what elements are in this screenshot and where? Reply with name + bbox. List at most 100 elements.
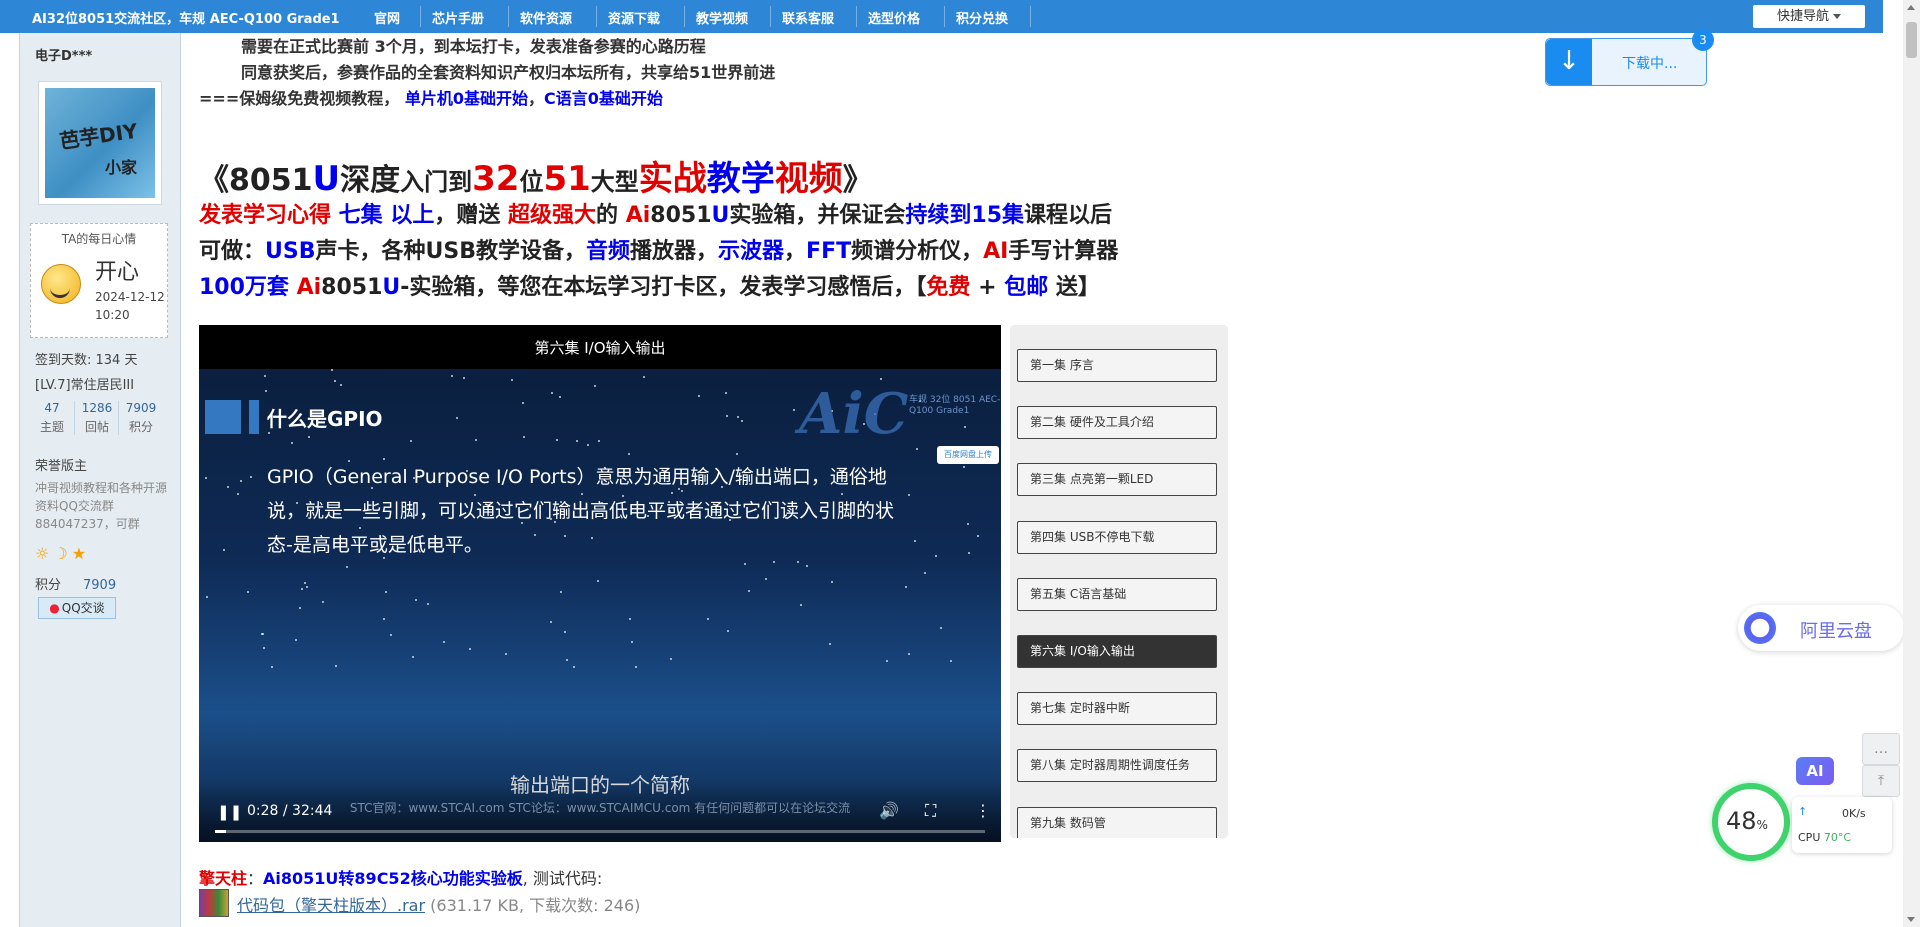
- aliyun-drive-button[interactable]: 阿里云盘: [1738, 605, 1904, 651]
- system-monitor-widget[interactable]: 48% ↑ 0K/s CPU 70°C +: [1712, 783, 1898, 867]
- avatar[interactable]: 芭芋DIY 小家: [38, 81, 162, 205]
- monitor-card: ↑ 0K/s CPU 70°C +: [1792, 797, 1892, 853]
- aliyun-label: 阿里云盘: [1800, 621, 1872, 642]
- cpu-temp-value: 70°C: [1823, 831, 1852, 844]
- avatar-image: 芭芋DIY 小家: [45, 88, 155, 198]
- video-progress-bar[interactable]: [215, 830, 985, 833]
- title-part: 》: [842, 163, 873, 198]
- points-row: 积分 7909: [35, 574, 116, 593]
- course-title: 《8051U深度入门到32位51大型实战教学视频》: [199, 151, 873, 200]
- star-dot: [924, 572, 927, 575]
- stat-threads[interactable]: 47 主题: [30, 401, 74, 435]
- star-dot: [635, 665, 638, 668]
- star-dot: [426, 603, 429, 606]
- star-dot: [227, 485, 230, 488]
- page-scrollbar[interactable]: [1903, 0, 1920, 927]
- star-dot: [572, 666, 575, 669]
- stat-points[interactable]: 7909 积分: [118, 401, 163, 435]
- promo-part: -实验箱，等您在本坛学习打卡区，发表学习感悟后，【: [400, 275, 927, 300]
- star-dot: [412, 655, 415, 658]
- nav-item-chip-manual[interactable]: 芯片手册: [432, 8, 484, 27]
- comment-icon[interactable]: …: [1862, 733, 1900, 765]
- star-dot: [630, 640, 633, 643]
- episode-item[interactable]: 第九集 数码管: [1017, 807, 1217, 838]
- title-part: U: [312, 159, 341, 199]
- star-dot: [736, 453, 739, 456]
- star-dot: [415, 598, 418, 601]
- slide-heading: 什么是GPIO: [267, 407, 383, 431]
- user-description: 冲哥视频教程和各种开源资料QQ交流群884047237，可群: [35, 481, 168, 531]
- experiment-board-link[interactable]: Ai8051U转89C52核心功能实验板: [263, 869, 523, 888]
- title-part: 位: [519, 168, 544, 196]
- episode-item[interactable]: 第七集 定时器中断: [1017, 692, 1217, 725]
- star-dot: [335, 664, 338, 667]
- network-speed: 0K/s: [1842, 807, 1866, 820]
- promo-part: U: [711, 203, 730, 228]
- episode-item[interactable]: 第六集 I/O输入输出: [1017, 635, 1217, 668]
- scroll-down-arrow-icon[interactable]: [1907, 917, 1915, 922]
- star-dot: [265, 389, 268, 392]
- moon-icon: ☽: [53, 544, 72, 563]
- c-basics-link[interactable]: C语言0基础开始: [544, 89, 663, 108]
- nav-item-official[interactable]: 官网: [374, 8, 400, 27]
- points-label: 积分: [35, 578, 62, 593]
- scrollbar-thumb[interactable]: [1906, 22, 1917, 58]
- scroll-up-arrow-icon[interactable]: [1907, 5, 1915, 10]
- nav-item-downloads[interactable]: 资源下载: [608, 8, 660, 27]
- star-dot: [410, 440, 413, 442]
- star-dot: [743, 563, 746, 566]
- promo-part: 100万套: [199, 275, 297, 300]
- memory-percent-value: 48: [1726, 807, 1757, 835]
- avatar-text-2: 小家: [105, 158, 138, 177]
- star-dot: [330, 369, 333, 372]
- episode-item[interactable]: 第一集 序言: [1017, 349, 1217, 382]
- promo-part: 送】: [1048, 275, 1100, 300]
- star-dot: [247, 591, 250, 594]
- stat-replies-value: 1286: [81, 401, 113, 415]
- post-line-1: 需要在正式比赛前 3个月，到本坛打卡，发表准备参赛的心路历程: [241, 37, 706, 56]
- nav-item-points-exchange[interactable]: 积分兑换: [956, 8, 1008, 27]
- code-description: 擎天柱：Ai8051U转89C52核心功能实验板, 测试代码:: [199, 869, 603, 888]
- episode-item[interactable]: 第四集 USB不停电下载: [1017, 521, 1217, 554]
- ai-assistant-button[interactable]: AI: [1796, 757, 1834, 785]
- star-dot: [339, 384, 342, 387]
- video-watermark: STC官网：www.STCAI.com STC论坛：www.STCAIMCU.c…: [349, 801, 851, 815]
- quick-nav-dropdown[interactable]: 快捷导航: [1753, 5, 1865, 28]
- star-dot: [346, 566, 349, 569]
- rar-file-icon: [199, 889, 229, 917]
- nav-item-software[interactable]: 软件资源: [520, 8, 572, 27]
- promo-part: AI: [983, 239, 1009, 264]
- star-dot: [250, 475, 253, 478]
- episode-item[interactable]: 第三集 点亮第一颗LED: [1017, 463, 1217, 496]
- episode-item[interactable]: 第八集 定时器周期性调度任务: [1017, 749, 1217, 782]
- promo-part: 8051: [321, 275, 383, 300]
- site-brand-link[interactable]: AI32位8051交流社区，车规 AEC-Q100 Grade1: [32, 8, 340, 27]
- post-content: 需要在正式比赛前 3个月，到本坛打卡，发表准备参赛的心路历程 同意获奖后，参赛作…: [199, 33, 1239, 927]
- attachment-link[interactable]: 代码包（擎天柱版本）.rar: [237, 896, 425, 915]
- mcu-basics-link[interactable]: 单片机0基础开始: [405, 89, 528, 108]
- code-prefix: 擎天柱: [199, 869, 248, 888]
- star-dot: [707, 617, 710, 620]
- qq-chat-button[interactable]: ● QQ交谈: [38, 597, 116, 619]
- nav-item-videos[interactable]: 教学视频: [696, 8, 748, 27]
- nav-item-pricing[interactable]: 选型价格: [868, 8, 920, 27]
- memory-percent-unit: %: [1756, 818, 1768, 832]
- episode-item[interactable]: 第五集 C语言基础: [1017, 578, 1217, 611]
- avatar-text-1: 芭芋DIY: [57, 118, 140, 154]
- mood-date: 2024-12-12 10:20: [95, 290, 165, 322]
- download-panel[interactable]: ↓ 下载中... 3: [1545, 29, 1714, 86]
- star-dot: [204, 476, 207, 479]
- promo-part: FFT: [806, 239, 852, 264]
- title-part: 入门到: [400, 168, 473, 196]
- video-player[interactable]: 第六集 I/O输入输出 什么是GPIO GPIO（General Purpose…: [199, 325, 1001, 842]
- star-dot: [597, 579, 600, 582]
- promo-part: 8051: [650, 203, 712, 228]
- author-username[interactable]: 电子D***: [35, 45, 92, 64]
- nav-item-support[interactable]: 联系客服: [782, 8, 834, 27]
- episode-item[interactable]: 第二集 硬件及工具介绍: [1017, 406, 1217, 439]
- download-status: 下载中...: [1622, 56, 1678, 72]
- stat-replies[interactable]: 1286 回帖: [74, 401, 119, 435]
- star-dot: [300, 587, 303, 590]
- promo-part: 频谱分析仪，: [851, 239, 984, 264]
- attachment-row: 代码包（擎天柱版本）.rar (631.17 KB, 下载次数: 246): [237, 892, 640, 916]
